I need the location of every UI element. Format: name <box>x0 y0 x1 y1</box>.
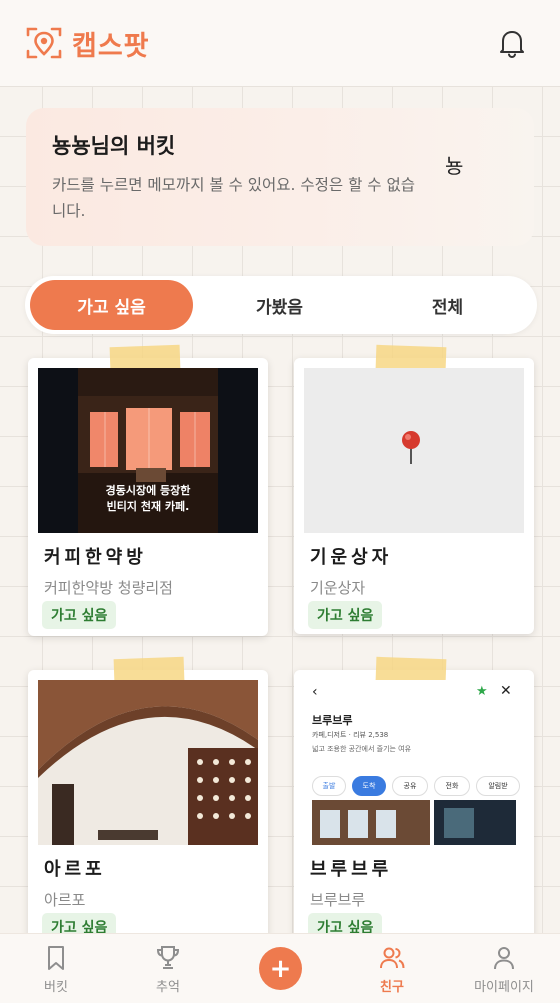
app-notify-button: 알림받 <box>476 776 520 796</box>
place-subtitle: 아르포 <box>44 891 86 909</box>
back-icon: ‹ <box>312 684 318 700</box>
place-name: 아르포 <box>44 859 106 880</box>
app-share-button: 공유 <box>392 776 428 796</box>
nav-memories[interactable]: 추억 <box>128 944 208 995</box>
trophy-icon <box>156 946 180 969</box>
nav-bucket[interactable]: 버킷 <box>16 944 96 995</box>
place-name: 커피한약방 <box>44 547 147 568</box>
app-call-button: 전화 <box>434 776 470 796</box>
map-pin-icon <box>402 431 420 464</box>
place-thumbnails-image <box>312 800 516 845</box>
app-place-title: 브루브루 <box>312 714 353 727</box>
place-card[interactable]: ‹ ★ ✕ 브루브루 카페,디저트 · 리뷰 2,538 넓고 조용한 공간에서… <box>294 656 534 948</box>
place-card[interactable]: 아르포 아르포 가고 싶음 <box>28 656 268 950</box>
location-pin-icon <box>26 27 62 59</box>
nav-label: 마이페이지 <box>474 980 534 995</box>
place-card[interactable]: 경동시장에 등장한 빈티지 천재 카페. 커피한약방 커피한약방 청량리점 가고… <box>28 344 268 636</box>
nav-label: 추억 <box>156 980 180 995</box>
tab-want-to-go[interactable]: 가고 싶음 <box>30 280 193 330</box>
place-photo <box>38 680 258 845</box>
status-badge: 가고 싶음 <box>308 601 383 629</box>
status-badge: 가고 싶음 <box>42 601 117 629</box>
app-depart-button: 출발 <box>312 776 346 796</box>
users-icon <box>380 947 405 969</box>
brand[interactable]: 캡스팟 <box>24 23 150 63</box>
place-photo: ‹ ★ ✕ 브루브루 카페,디저트 · 리뷰 2,538 넓고 조용한 공간에서… <box>304 680 524 845</box>
bucket-description: 카드를 누르면 메모까지 볼 수 있어요. 수정은 할 수 없습니다. <box>52 176 415 220</box>
bell-icon[interactable] <box>498 27 526 59</box>
place-card[interactable]: 기운상자 기운상자 가고 싶음 <box>294 344 534 634</box>
place-subtitle: 커피한약방 청량리점 <box>44 579 173 597</box>
tab-all[interactable]: 전체 <box>366 280 529 330</box>
app-arrive-button: 도착 <box>352 776 386 796</box>
place-subtitle: 브루브루 <box>310 891 366 909</box>
nav-friends[interactable]: 친구 <box>352 944 432 995</box>
bucket-info-card: 뇽뇽님의 버킷 카드를 누르면 메모까지 볼 수 있어요. 수정은 할 수 없습… <box>26 108 534 246</box>
bucket-title: 뇽뇽님의 버킷 <box>52 134 176 158</box>
add-button[interactable]: + <box>259 947 302 990</box>
filter-tabs: 가고 싶음 가봤음 전체 <box>25 276 537 334</box>
app-header: 캡스팟 <box>0 0 560 86</box>
app-place-description: 넓고 조용한 공간에서 즐기는 여유 <box>312 745 412 753</box>
place-name: 기운상자 <box>310 547 393 568</box>
owner-avatar-text: 뇽 <box>445 154 464 178</box>
photo-caption: 경동시장에 등장한 빈티지 천재 카페. <box>105 484 191 513</box>
bookmark-icon <box>48 946 64 970</box>
nav-label: 친구 <box>380 980 404 995</box>
user-icon <box>494 947 514 970</box>
nav-label: 버킷 <box>44 980 68 995</box>
close-icon: ✕ <box>500 683 512 699</box>
place-photo: 경동시장에 등장한 빈티지 천재 카페. <box>38 368 258 533</box>
brand-name: 캡스팟 <box>72 30 150 62</box>
place-photo <box>304 368 524 533</box>
star-icon: ★ <box>476 684 488 699</box>
app-place-meta: 카페,디저트 · 리뷰 2,538 <box>312 731 389 739</box>
place-name: 브루브루 <box>310 859 393 880</box>
arched-interior-image <box>38 680 258 845</box>
nav-mypage[interactable]: 마이페이지 <box>464 944 544 995</box>
place-subtitle: 기운상자 <box>310 579 366 597</box>
tab-visited[interactable]: 가봤음 <box>198 280 361 330</box>
